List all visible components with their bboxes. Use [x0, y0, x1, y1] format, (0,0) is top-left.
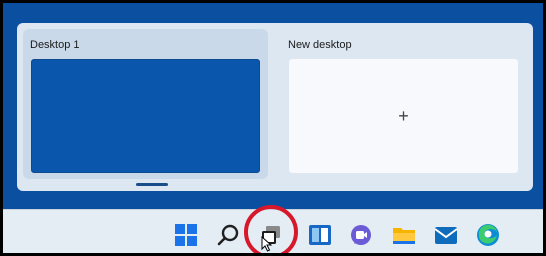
widgets-icon[interactable] [307, 222, 333, 248]
new-desktop-card[interactable]: New desktop + [281, 29, 526, 179]
teams-chat-icon[interactable] [348, 222, 374, 248]
search-icon[interactable] [216, 222, 242, 248]
new-desktop-label: New desktop [288, 39, 352, 51]
task-view-panel: Desktop 1 New desktop + [17, 23, 533, 191]
desktop-label: Desktop 1 [30, 39, 80, 51]
mouse-cursor-icon [261, 235, 273, 252]
taskbar [3, 209, 543, 253]
active-desktop-indicator [136, 183, 168, 186]
desktop-thumbnail[interactable] [31, 59, 260, 173]
mail-icon[interactable] [433, 222, 459, 248]
edge-browser-icon[interactable] [475, 222, 501, 248]
plus-icon: + [398, 106, 409, 126]
new-desktop-button[interactable]: + [289, 59, 518, 173]
windows-start-icon[interactable] [173, 222, 199, 248]
desktop-card-desktop-1[interactable]: Desktop 1 [23, 29, 268, 186]
file-explorer-icon[interactable] [391, 222, 417, 248]
screenshot-frame: Desktop 1 New desktop + [0, 0, 546, 256]
